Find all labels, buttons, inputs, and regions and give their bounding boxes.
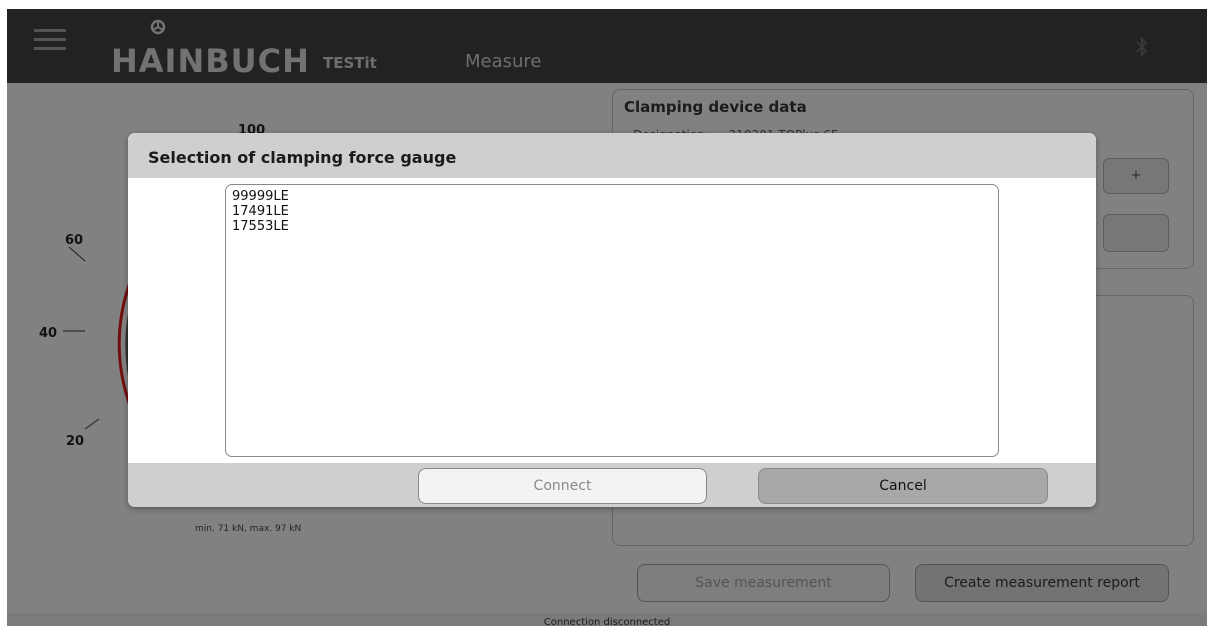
dialog-header: Selection of clamping force gauge	[128, 133, 1096, 178]
dialog-footer: Connect Cancel	[128, 463, 1096, 507]
app-window: HAINBUCH TESTit Measure 100 60 40 20 min…	[7, 9, 1207, 626]
gauge-list[interactable]: 99999LE 17491LE 17553LE	[225, 184, 999, 457]
cancel-button[interactable]: Cancel	[758, 468, 1048, 504]
list-item[interactable]: 17491LE	[232, 204, 289, 219]
gauge-selection-dialog: Selection of clamping force gauge 99999L…	[128, 133, 1096, 507]
dialog-title: Selection of clamping force gauge	[148, 148, 457, 167]
list-item[interactable]: 99999LE	[232, 189, 289, 204]
list-item[interactable]: 17553LE	[232, 219, 289, 234]
connect-button[interactable]: Connect	[418, 468, 707, 504]
